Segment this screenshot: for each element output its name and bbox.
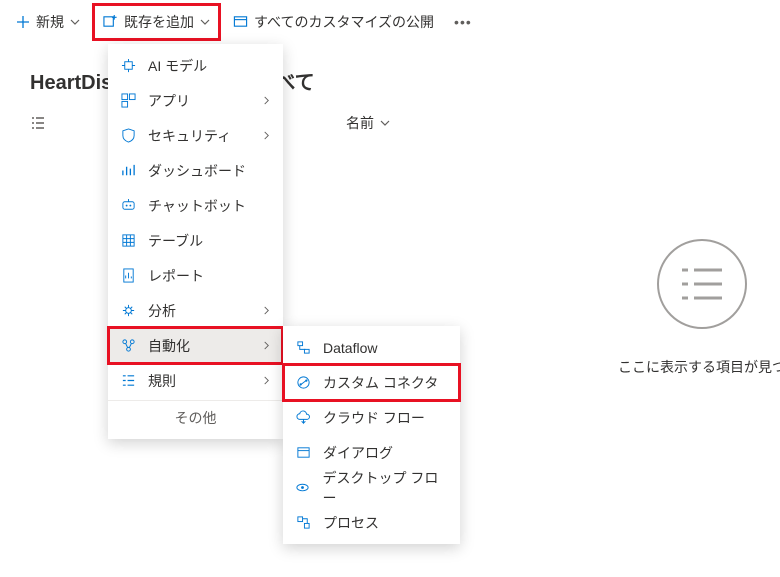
chevron-right-icon [262,341,271,350]
page-title-prefix: HeartDis [30,72,112,94]
menu-item-automation[interactable]: 自動化 [108,328,283,363]
chevron-right-icon [262,131,271,140]
submenu-label: カスタム コネクタ [323,373,438,393]
menu-label: 分析 [148,301,176,321]
app-icon [120,93,136,108]
rules-icon [120,373,136,388]
submenu-label: プロセス [323,513,379,533]
submenu-item-custom-connector[interactable]: カスタム コネクタ [283,365,460,400]
chevron-right-icon [262,306,271,315]
publish-all-label: すべてのカスタマイズの公開 [254,12,434,32]
chevron-down-icon [380,118,390,128]
submenu-label: クラウド フロー [323,408,425,428]
menu-item-analysis[interactable]: 分析 [108,293,283,328]
menu-label: セキュリティ [148,126,231,146]
more-button[interactable]: ••• [446,8,480,36]
menu-item-security[interactable]: セキュリティ [108,118,283,153]
dashboard-icon [120,163,136,178]
shield-icon [120,128,136,143]
chevron-down-icon [200,17,210,27]
toolbar: 新規 既存を追加 すべてのカスタマイズの公開 ••• [0,0,780,44]
menu-label: AI モデル [148,56,207,76]
menu-label: ダッシュボード [148,161,246,181]
add-existing-label: 既存を追加 [124,12,194,32]
menu-item-report[interactable]: レポート [108,258,283,293]
column-name-label: 名前 [346,113,374,133]
menu-label: チャットボット [148,196,246,216]
menu-item-ai-model[interactable]: AI モデル [108,48,283,83]
chatbot-icon [120,198,136,213]
table-icon [120,233,136,248]
submenu-item-desktop-flow[interactable]: デスクトップ フロー [283,470,460,505]
menu-label: レポート [148,266,204,286]
empty-state: ここに表示する項目が見つ [618,239,780,377]
menu-label: 規則 [148,371,176,391]
submenu-label: デスクトップ フロー [322,468,448,508]
add-existing-icon [103,14,118,29]
column-name[interactable]: 名前 [346,113,390,133]
empty-state-icon [657,239,747,329]
chevron-down-icon [70,17,80,27]
publish-all-button[interactable]: すべてのカスタマイズの公開 [225,6,442,38]
dataflow-icon [295,340,311,355]
chevron-right-icon [262,376,271,385]
menu-label: 自動化 [148,336,190,356]
submenu-item-process[interactable]: プロセス [283,505,460,540]
menu-item-app[interactable]: アプリ [108,83,283,118]
report-icon [120,268,136,283]
add-existing-menu: AI モデル アプリ セキュリティ ダッシュボード チャットボット テーブル レ… [108,44,283,439]
submenu-item-dataflow[interactable]: Dataflow [283,330,460,365]
process-icon [295,515,311,530]
empty-state-text: ここに表示する項目が見つ [618,357,780,377]
dialog-icon [295,445,311,460]
new-label: 新規 [36,12,64,32]
menu-item-other[interactable]: その他 [108,400,283,435]
desktop-flow-icon [295,480,310,495]
menu-item-dashboard[interactable]: ダッシュボード [108,153,283,188]
plus-icon [16,15,30,29]
connector-icon [295,375,311,390]
new-button[interactable]: 新規 [8,6,88,38]
menu-label: その他 [175,408,217,428]
add-existing-button[interactable]: 既存を追加 [92,3,221,41]
automation-submenu: Dataflow カスタム コネクタ クラウド フロー ダイアログ デスクトップ… [283,326,460,544]
menu-label: テーブル [148,231,203,251]
submenu-label: Dataflow [323,340,377,356]
menu-item-table[interactable]: テーブル [108,223,283,258]
menu-item-rules[interactable]: 規則 [108,363,283,398]
chevron-right-icon [262,96,271,105]
submenu-item-cloud-flow[interactable]: クラウド フロー [283,400,460,435]
publish-icon [233,14,248,29]
more-icon: ••• [454,14,472,30]
submenu-label: ダイアログ [323,443,393,463]
menu-item-chatbot[interactable]: チャットボット [108,188,283,223]
submenu-item-dialog[interactable]: ダイアログ [283,435,460,470]
list-format-icon[interactable] [30,115,46,131]
automation-icon [120,338,136,353]
cloud-flow-icon [295,410,311,425]
menu-label: アプリ [148,91,190,111]
analysis-icon [120,303,136,318]
ai-model-icon [120,58,136,73]
